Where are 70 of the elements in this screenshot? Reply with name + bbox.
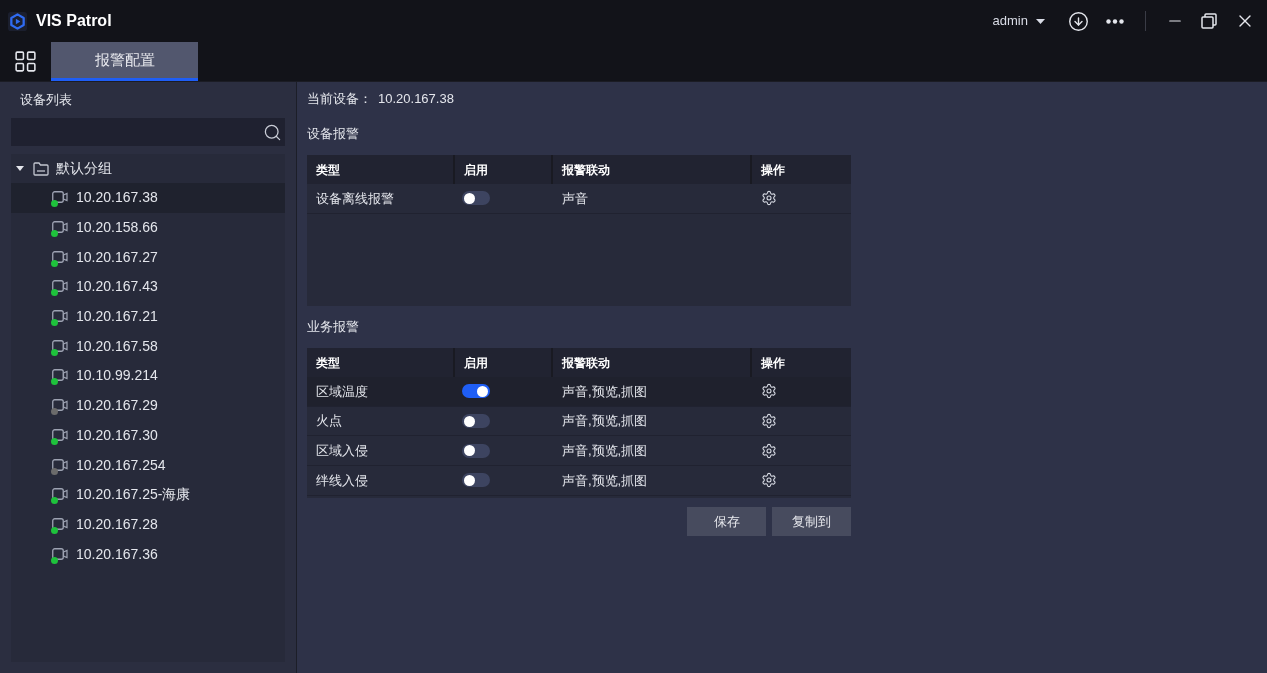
table-cell-text: 设备离线报警: [316, 189, 394, 208]
camera-icon: [52, 310, 68, 324]
tree-item[interactable]: 10.20.167.36: [11, 539, 285, 569]
table-cell-text: 火点: [316, 412, 342, 431]
table-cell-text: 声音,预览,抓图: [562, 412, 648, 431]
column-header: 操作: [760, 161, 786, 179]
settings-icon[interactable]: [761, 442, 777, 459]
user-menu[interactable]: admin: [992, 11, 1045, 31]
camera-icon: [52, 458, 68, 472]
tree-item[interactable]: 10.20.167.28: [11, 509, 285, 540]
caret-down-icon: [1036, 18, 1045, 24]
tree-item[interactable]: 10.10.99.214: [11, 361, 285, 391]
section-title: 业务报警: [307, 318, 359, 337]
tree-item[interactable]: 10.20.167.43: [11, 272, 285, 302]
camera-icon: [52, 399, 68, 413]
panel-title: 设备列表: [20, 91, 72, 110]
app-title: VIS Patrol: [36, 11, 112, 31]
settings-icon[interactable]: [761, 472, 777, 489]
tree-item[interactable]: 10.20.167.27: [11, 242, 285, 273]
toggle-switch[interactable]: [462, 443, 490, 458]
current-device-value: 10.20.167.38: [378, 89, 454, 108]
section-title: 设备报警: [307, 124, 359, 143]
tree-item[interactable]: 10.20.167.21: [11, 301, 285, 332]
apps-grid-icon[interactable]: [13, 49, 38, 74]
toggle-switch[interactable]: [462, 473, 490, 488]
camera-icon: [52, 547, 68, 561]
tab[interactable]: 报警配置: [51, 42, 198, 81]
table-cell-text: 声音: [562, 189, 588, 208]
tree-item[interactable]: 10.20.167.254: [11, 450, 285, 480]
more-icon[interactable]: [1106, 18, 1124, 24]
table-cell-text: 区域入侵: [316, 441, 368, 460]
tree-item[interactable]: 10.20.167.30: [11, 420, 285, 451]
toggle-switch[interactable]: [462, 414, 490, 429]
camera-icon: [52, 191, 68, 205]
camera-icon: [52, 339, 68, 353]
camera-icon: [52, 221, 68, 235]
tree-item[interactable]: 10.20.167.25-海康: [11, 479, 285, 510]
settings-icon[interactable]: [761, 190, 777, 207]
table-cell-text: 区域温度: [316, 382, 368, 401]
tree-item[interactable]: 10.20.158.66: [11, 212, 285, 243]
caret-down-icon[interactable]: [16, 166, 24, 171]
camera-icon: [52, 428, 68, 442]
table-cell-text: 声音,预览,抓图: [562, 471, 648, 490]
tree-item[interactable]: 10.20.167.38: [11, 183, 285, 213]
restore-icon[interactable]: [1201, 13, 1217, 29]
table-row[interactable]: 区域温度 声音,预览,抓图: [307, 377, 851, 407]
tree-item[interactable]: 10.20.167.29: [11, 390, 285, 421]
field-label: 当前设备：: [307, 89, 372, 108]
app-logo-icon: [8, 11, 27, 31]
search-icon[interactable]: [263, 122, 282, 142]
table-cell-text: 声音,预览,抓图: [562, 441, 648, 460]
action-button[interactable]: 复制到: [772, 506, 851, 536]
camera-icon: [52, 369, 68, 383]
column-header: 操作: [760, 354, 786, 372]
tree-item[interactable]: 10.20.167.58: [11, 331, 285, 362]
table-cell-text: 声音,预览,抓图: [562, 382, 648, 401]
table-cell-text: 绊线入侵: [316, 471, 368, 490]
settings-icon[interactable]: [761, 383, 777, 400]
camera-icon: [52, 488, 68, 502]
toggle-switch[interactable]: [462, 384, 490, 399]
camera-icon: [52, 250, 68, 264]
download-icon[interactable]: [1068, 10, 1089, 32]
camera-icon: [52, 280, 68, 294]
settings-icon[interactable]: [761, 413, 777, 430]
camera-icon: [52, 517, 68, 531]
tree-group[interactable]: 默认分组: [11, 154, 285, 183]
search-field[interactable]: [11, 118, 285, 146]
toggle-switch[interactable]: [462, 191, 490, 206]
action-button[interactable]: 保存: [687, 506, 766, 536]
folder-icon: [33, 161, 49, 176]
